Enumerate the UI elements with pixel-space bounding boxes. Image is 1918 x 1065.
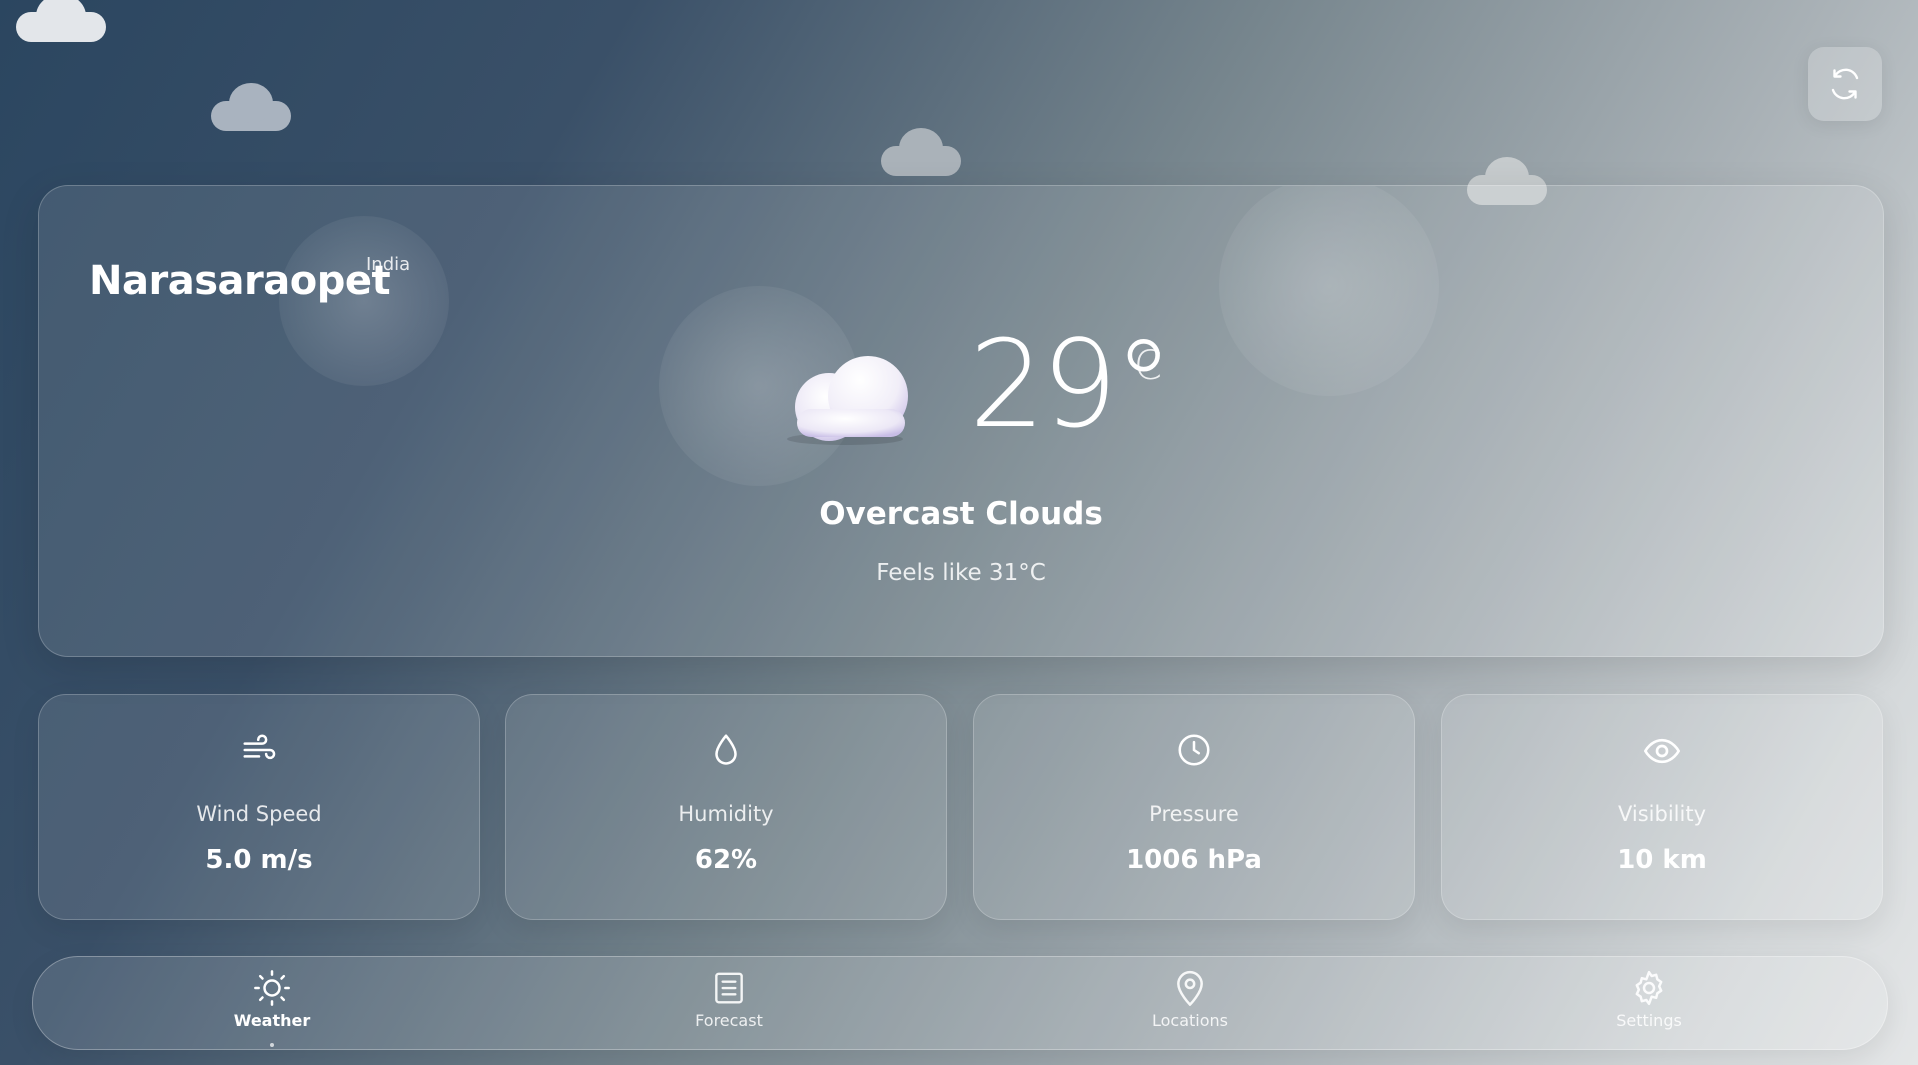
background-cloud-icon: [211, 83, 291, 131]
nav-label: Settings: [1616, 1011, 1682, 1030]
stat-value: 1006 hPa: [1126, 845, 1262, 875]
wind-icon: [243, 734, 276, 760]
stat-label: Visibility: [1617, 802, 1706, 826]
temperature-unit: C: [1134, 343, 1162, 389]
country-name: India: [366, 254, 411, 275]
nav-item-locations[interactable]: Locations: [1110, 967, 1270, 1039]
background-cloud-icon: [16, 0, 106, 44]
wind-speed-card: Wind Speed 5.0 m/s: [38, 694, 480, 920]
background-cloud-icon: [881, 128, 961, 176]
current-weather-card: Narasaraopet India 29° C Overcast Clouds…: [38, 185, 1884, 657]
sun-icon: [254, 970, 290, 1006]
active-indicator: [270, 1043, 274, 1047]
stat-value: 5.0 m/s: [205, 845, 313, 875]
stat-value: 62%: [694, 845, 758, 875]
pressure-card: Pressure 1006 hPa: [973, 694, 1415, 920]
gear-icon: [1635, 970, 1663, 1006]
feels-like: Feels like 31°C: [876, 560, 1046, 586]
stat-label: Pressure: [1149, 802, 1239, 826]
nav-label: Weather: [233, 1011, 311, 1030]
map-pin-icon: [1177, 971, 1203, 1006]
document-icon: [715, 972, 743, 1004]
nav-item-weather[interactable]: Weather: [192, 967, 352, 1047]
nav-item-settings[interactable]: Settings: [1569, 967, 1729, 1039]
stat-label: Wind Speed: [196, 802, 322, 826]
visibility-card: Visibility 10 km: [1441, 694, 1883, 920]
nav-item-forecast[interactable]: Forecast: [649, 967, 809, 1039]
cloud-icon: [787, 356, 908, 445]
clock-icon: [1178, 734, 1210, 766]
nav-label: Locations: [1151, 1011, 1228, 1030]
refresh-button[interactable]: [1808, 47, 1882, 121]
stat-value: 10 km: [1617, 845, 1707, 875]
bottom-navigation: Weather Forecast Locations Settings: [32, 956, 1888, 1050]
refresh-icon: [1831, 68, 1859, 100]
droplet-icon: [715, 734, 737, 765]
humidity-card: Humidity 62%: [505, 694, 947, 920]
city-name: Narasaraopet: [89, 258, 391, 304]
weather-condition: Overcast Clouds: [819, 496, 1103, 532]
stat-label: Humidity: [678, 802, 774, 826]
eye-icon: [1644, 738, 1680, 764]
nav-label: Forecast: [695, 1011, 763, 1030]
